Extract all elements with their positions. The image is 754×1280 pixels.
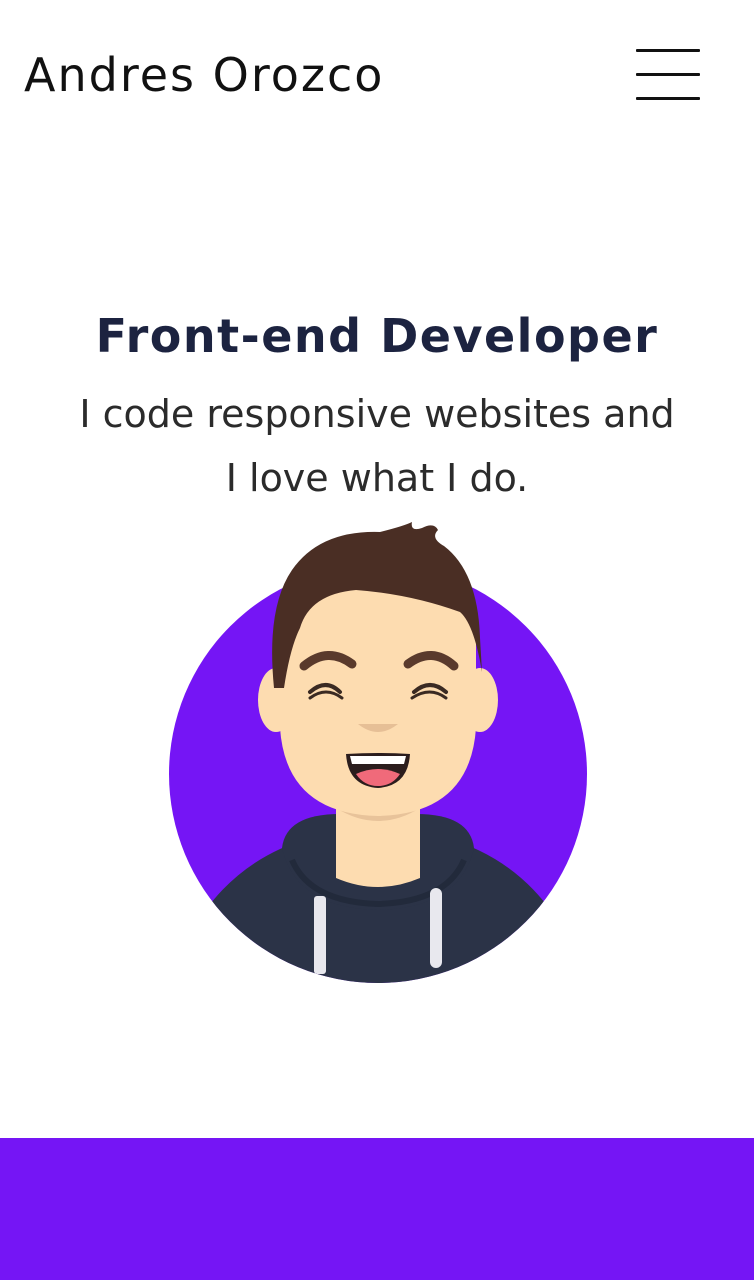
hoodie-string-left <box>314 896 326 974</box>
menu-line-top <box>636 49 700 52</box>
page: Andres Orozco Front-end Developer I code… <box>0 0 754 1280</box>
site-logo[interactable]: Andres Orozco <box>24 48 384 102</box>
hero-section: Front-end Developer I code responsive we… <box>0 300 754 510</box>
hero-title: Front-end Developer <box>95 309 659 363</box>
developer-avatar-illustration <box>160 518 596 988</box>
hoodie-string-right <box>430 888 442 968</box>
hero-tagline: I code responsive websites and I love wh… <box>0 382 754 510</box>
menu-line-bottom <box>636 97 700 100</box>
hero-tagline-line-2: I love what I do. <box>225 456 529 500</box>
menu-line-middle <box>636 73 700 76</box>
hamburger-menu-button[interactable] <box>628 40 708 110</box>
hero-tagline-line-1: I code responsive websites and <box>79 392 675 436</box>
accent-footer-band <box>0 1138 754 1280</box>
site-header: Andres Orozco <box>0 0 754 152</box>
